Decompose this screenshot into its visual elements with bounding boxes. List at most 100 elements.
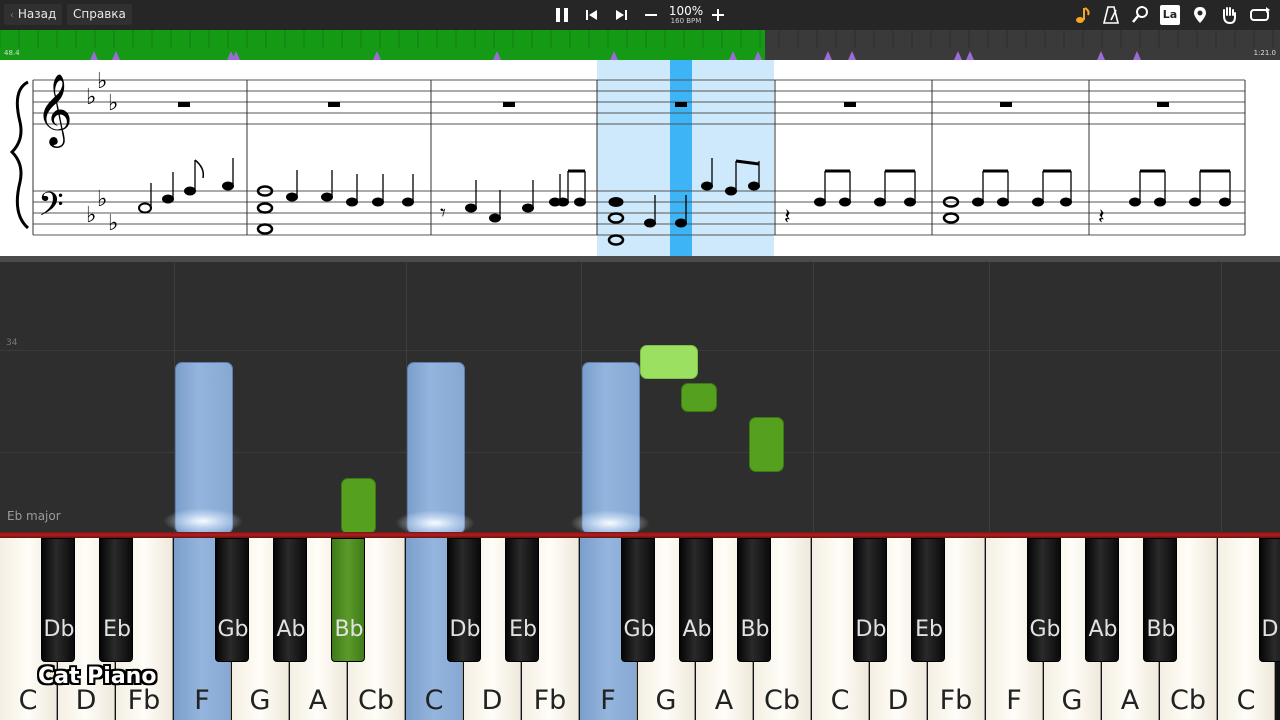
black-key-label: Ab xyxy=(276,617,306,642)
timeline-marker xyxy=(954,51,962,60)
black-key[interactable]: Eb xyxy=(99,538,133,662)
black-key-label: Eb xyxy=(509,617,537,642)
black-key[interactable]: Db xyxy=(1259,538,1280,662)
white-key-label: G xyxy=(1061,685,1083,716)
black-key[interactable]: Eb xyxy=(505,538,539,662)
roll-gridline xyxy=(989,262,990,532)
black-key[interactable]: Bb xyxy=(331,538,365,662)
white-key-label: C xyxy=(830,685,850,716)
back-label: Назад xyxy=(17,7,57,21)
speed-display: 100% 160 BPM xyxy=(664,5,708,25)
timeline-marker xyxy=(610,51,618,60)
search-icon[interactable] xyxy=(1130,5,1150,25)
back-chevron-icon: ‹ xyxy=(10,10,14,21)
black-key[interactable]: Gb xyxy=(215,538,249,662)
svg-text:♭: ♭ xyxy=(97,69,107,94)
timeline-marker xyxy=(373,51,381,60)
black-key-label: Eb xyxy=(103,617,131,642)
falling-note-right-ab xyxy=(681,383,717,412)
timeline-marker xyxy=(90,51,98,60)
svg-text:♭: ♭ xyxy=(97,187,107,212)
key-signature-label: Eb major xyxy=(7,509,61,523)
black-key-label: Db xyxy=(43,617,75,642)
black-key[interactable]: Bb xyxy=(737,538,771,662)
white-key-label: C xyxy=(18,685,38,716)
back-button[interactable]: ‹ Назад xyxy=(4,4,63,25)
note-icon[interactable] xyxy=(1072,5,1092,25)
svg-text:♭: ♭ xyxy=(86,85,96,110)
svg-text:♭: ♭ xyxy=(86,203,96,228)
key-signature: ♭♭♭ ♭♭♭ xyxy=(86,69,118,236)
falling-note-left-c xyxy=(407,362,465,534)
white-key-label: A xyxy=(1120,685,1140,716)
white-key-label: A xyxy=(714,685,734,716)
zoom-value: 100% xyxy=(668,4,704,18)
white-key-label: G xyxy=(249,685,271,716)
black-key-label: Bb xyxy=(740,617,770,642)
white-key-label: D xyxy=(887,685,909,716)
plus-icon[interactable] xyxy=(708,5,728,25)
black-key-label: Ab xyxy=(1088,617,1118,642)
black-key[interactable]: Db xyxy=(447,538,481,662)
timeline-marker xyxy=(1097,51,1105,60)
note-names-icon[interactable]: La xyxy=(1160,5,1180,25)
loop-icon[interactable] xyxy=(1248,5,1272,25)
black-key[interactable]: Db xyxy=(853,538,887,662)
next-icon[interactable] xyxy=(611,5,631,25)
black-key-label: Eb xyxy=(915,617,943,642)
black-key-label: Gb xyxy=(217,617,249,642)
roll-gridline xyxy=(813,262,814,532)
white-key-label: C xyxy=(424,685,444,716)
timeline-marker xyxy=(848,51,856,60)
black-key[interactable]: Ab xyxy=(1085,538,1119,662)
black-key-label: Gb xyxy=(623,617,655,642)
grand-staff-brace xyxy=(9,80,30,230)
timeline-scrubber[interactable]: 48.4 1:21.0 xyxy=(0,30,1280,60)
marker-icon[interactable] xyxy=(1190,5,1210,25)
roll-gridline xyxy=(1221,262,1222,532)
timeline-marker xyxy=(754,51,762,60)
svg-text:♭: ♭ xyxy=(108,211,118,236)
black-key[interactable]: Gb xyxy=(621,538,655,662)
black-key[interactable]: Bb xyxy=(1143,538,1177,662)
black-key-label: Gb xyxy=(1029,617,1061,642)
measure-number: 34 xyxy=(6,338,18,348)
black-key-label: Bb xyxy=(1146,617,1176,642)
note-hit-glow xyxy=(163,508,243,534)
white-key-label: D xyxy=(75,685,97,716)
white-key-label: G xyxy=(655,685,677,716)
white-key-label: F xyxy=(194,685,210,716)
white-key-label: Cb xyxy=(1170,685,1206,716)
hand-icon[interactable] xyxy=(1219,5,1239,25)
pause-icon[interactable] xyxy=(552,5,572,25)
prev-icon[interactable] xyxy=(582,5,602,25)
toolbar: ‹ Назад Справка 100% 160 BPM La xyxy=(0,0,1280,30)
minus-icon[interactable] xyxy=(641,5,661,25)
score-staff: 𝄞 𝄢 ♭♭♭ ♭♭♭ 𝄾 𝄽 𝄽 xyxy=(9,60,1246,258)
falling-note-left-f2 xyxy=(582,362,640,534)
black-key[interactable]: Eb xyxy=(911,538,945,662)
black-key[interactable]: Gb xyxy=(1027,538,1061,662)
sheet-music[interactable]: 𝄞 𝄢 ♭ ♭ ♭ ♭ ♭ ♭ 𝄾 𝄽 𝄽 xyxy=(0,60,1280,258)
piano-roll: 34 Eb major xyxy=(0,262,1280,536)
svg-text:𝄽: 𝄽 xyxy=(1098,205,1105,230)
black-key-label: Db xyxy=(855,617,887,642)
timeline-marker xyxy=(824,51,832,60)
black-key-label: Db xyxy=(1261,617,1280,642)
svg-text:𝄾: 𝄾 xyxy=(440,201,446,226)
black-key[interactable]: Ab xyxy=(679,538,713,662)
help-button[interactable]: Справка xyxy=(67,4,132,25)
timeline-marker xyxy=(232,51,240,60)
black-key-label: Bb xyxy=(334,617,364,642)
timeline-marker xyxy=(493,51,501,60)
timeline-start-time: 48.4 xyxy=(4,49,20,57)
white-key-label: F xyxy=(600,685,616,716)
falling-note-right-g xyxy=(640,345,698,379)
metronome-icon[interactable] xyxy=(1101,5,1121,25)
white-key-label: Fb xyxy=(127,685,161,716)
piano-keyboard[interactable]: C D Fb F G A Cb C D Fb F G A Cb C D Fb F G A Cb C Db Eb Gb Ab Bb Db… xyxy=(0,538,1280,720)
black-key-label: Ab xyxy=(682,617,712,642)
black-key[interactable]: Ab xyxy=(273,538,307,662)
black-key[interactable]: Db xyxy=(41,538,75,662)
timeline-marker xyxy=(729,51,737,60)
